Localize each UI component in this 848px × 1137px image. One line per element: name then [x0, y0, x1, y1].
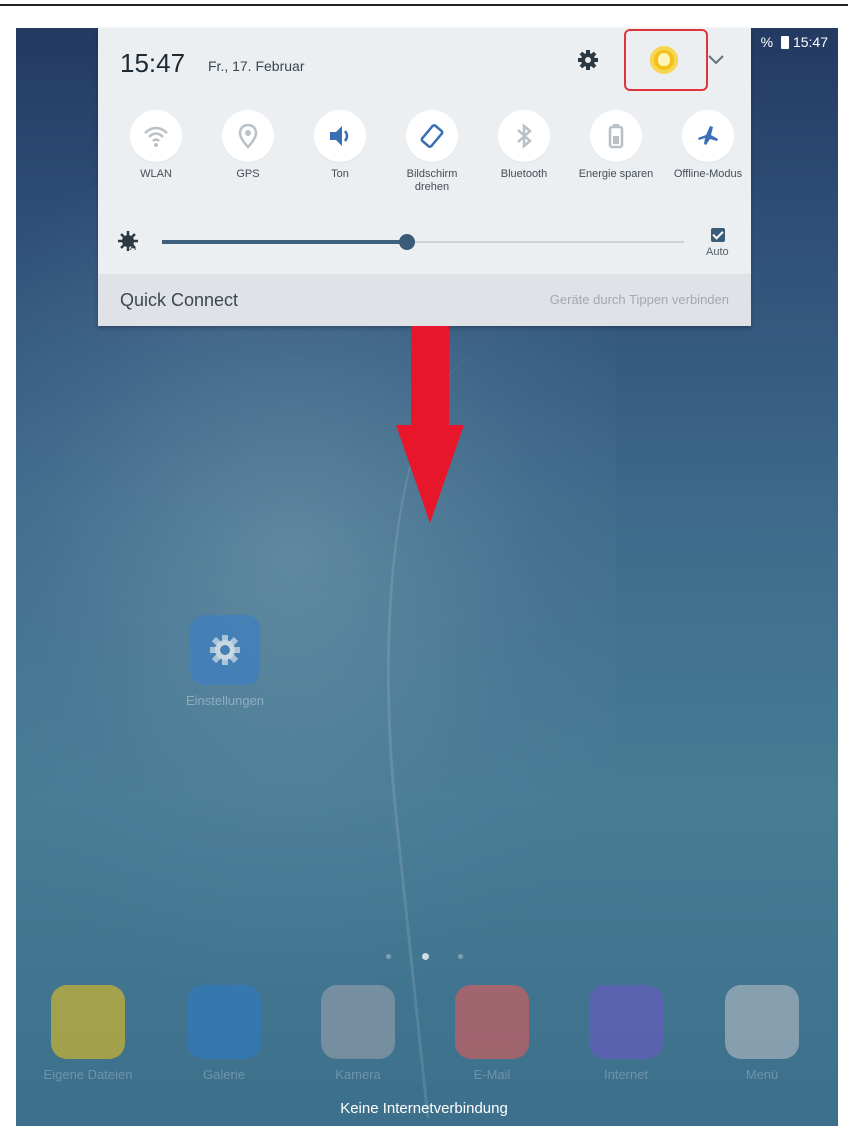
- chevron-down-icon[interactable]: [705, 50, 727, 68]
- tile-ton[interactable]: Ton: [300, 110, 380, 181]
- app-menu[interactable]: Menü: [702, 985, 822, 1082]
- tile-bluetooth-label: Bluetooth: [500, 168, 548, 180]
- app-label: Menü: [745, 1067, 779, 1082]
- rotate-icon: [420, 124, 444, 148]
- tile-wlan-button[interactable]: [130, 110, 182, 162]
- svg-text:A: A: [130, 242, 136, 252]
- no-connection-notice: Keine Internetverbindung: [340, 1100, 508, 1117]
- status-bar: % 15:47: [757, 34, 828, 50]
- app-label: Galerie: [203, 1067, 245, 1082]
- quick-settings-panel: 15:47 Fr., 17. Februar WLAN GPS Ton Bild…: [98, 28, 751, 326]
- tile-offline-button[interactable]: [682, 110, 734, 162]
- app-dock: Eigene Dateien Galerie Kamera E-Mail Int…: [16, 985, 838, 1095]
- settings-app-label: Einstellungen: [185, 693, 265, 708]
- page-dot: [386, 954, 391, 959]
- page-dot: [458, 954, 463, 959]
- app-grid-icon: [725, 985, 799, 1059]
- folder-icon: [51, 985, 125, 1059]
- app-label: Kamera: [335, 1067, 381, 1082]
- battery-saver-icon: [608, 124, 624, 149]
- red-arrow-shaft: [411, 326, 449, 428]
- settings-app[interactable]: Einstellungen: [170, 615, 280, 708]
- battery-percent: %: [760, 34, 777, 50]
- brightness-slider[interactable]: [162, 234, 684, 250]
- brightness-knob[interactable]: [399, 234, 416, 250]
- lightbulb-icon[interactable]: [650, 46, 678, 74]
- globe-icon: [589, 985, 663, 1059]
- status-time: 15:47: [792, 34, 828, 50]
- tile-bluetooth[interactable]: Bluetooth: [484, 110, 564, 181]
- bluetooth-icon: [517, 123, 532, 149]
- settings-gear-icon[interactable]: [576, 48, 600, 72]
- red-arrow-head: [396, 425, 464, 523]
- tile-energy-button[interactable]: [590, 110, 642, 162]
- tile-offline-label: Offline-Modus: [673, 168, 743, 180]
- page-dot-active: [422, 953, 429, 960]
- tile-offline[interactable]: Offline-Modus: [668, 110, 748, 181]
- app-kamera[interactable]: Kamera: [298, 985, 418, 1082]
- gallery-icon: [187, 985, 261, 1059]
- app-galerie[interactable]: Galerie: [164, 985, 284, 1082]
- app-email[interactable]: E-Mail: [432, 985, 552, 1082]
- tile-ton-button[interactable]: [314, 110, 366, 162]
- tile-energy[interactable]: Energie sparen: [576, 110, 656, 181]
- email-icon: [455, 985, 529, 1059]
- brightness-row: A Auto: [116, 224, 738, 264]
- tile-energy-label: Energie sparen: [578, 168, 654, 180]
- tile-gps[interactable]: GPS: [208, 110, 288, 181]
- page-indicator: [386, 953, 466, 962]
- app-label: Eigene Dateien: [43, 1067, 133, 1082]
- app-eigene-dateien[interactable]: Eigene Dateien: [28, 985, 148, 1082]
- tile-wlan[interactable]: WLAN: [116, 110, 196, 181]
- settings-app-icon: [190, 615, 260, 685]
- wifi-icon: [144, 126, 168, 147]
- quick-connect-bar[interactable]: Quick Connect Geräte durch Tippen verbin…: [98, 274, 751, 326]
- tile-gps-label: GPS: [236, 168, 260, 180]
- brightness-fill: [162, 240, 408, 244]
- tile-gps-button[interactable]: [222, 110, 274, 162]
- tile-rotate-label: Bildschirm drehen: [406, 168, 458, 193]
- panel-date: Fr., 17. Februar: [208, 58, 305, 74]
- tile-rotate-button[interactable]: [406, 110, 458, 162]
- panel-time: 15:47: [120, 48, 186, 78]
- tile-rotate[interactable]: Bildschirm drehen: [392, 110, 472, 194]
- location-icon: [238, 123, 258, 149]
- airplane-icon: [698, 126, 718, 145]
- app-label: E-Mail: [473, 1067, 511, 1082]
- auto-brightness-checkbox[interactable]: [711, 228, 725, 242]
- app-internet[interactable]: Internet: [566, 985, 686, 1082]
- brightness-icon: A: [118, 231, 138, 252]
- auto-brightness-label: Auto: [706, 246, 729, 258]
- tile-wlan-label: WLAN: [140, 168, 172, 180]
- tile-ton-label: Ton: [331, 168, 349, 180]
- quick-connect-title: Quick Connect: [120, 290, 239, 310]
- camera-icon: [321, 985, 395, 1059]
- app-label: Internet: [603, 1067, 649, 1082]
- sound-icon: [330, 126, 349, 146]
- quick-tiles: WLAN GPS Ton Bildschirm drehen Bluetooth…: [116, 110, 742, 210]
- top-border-line: [0, 4, 848, 6]
- tile-bluetooth-button[interactable]: [498, 110, 550, 162]
- battery-icon: [780, 36, 789, 49]
- quick-connect-hint: Geräte durch Tippen verbinden: [549, 292, 729, 307]
